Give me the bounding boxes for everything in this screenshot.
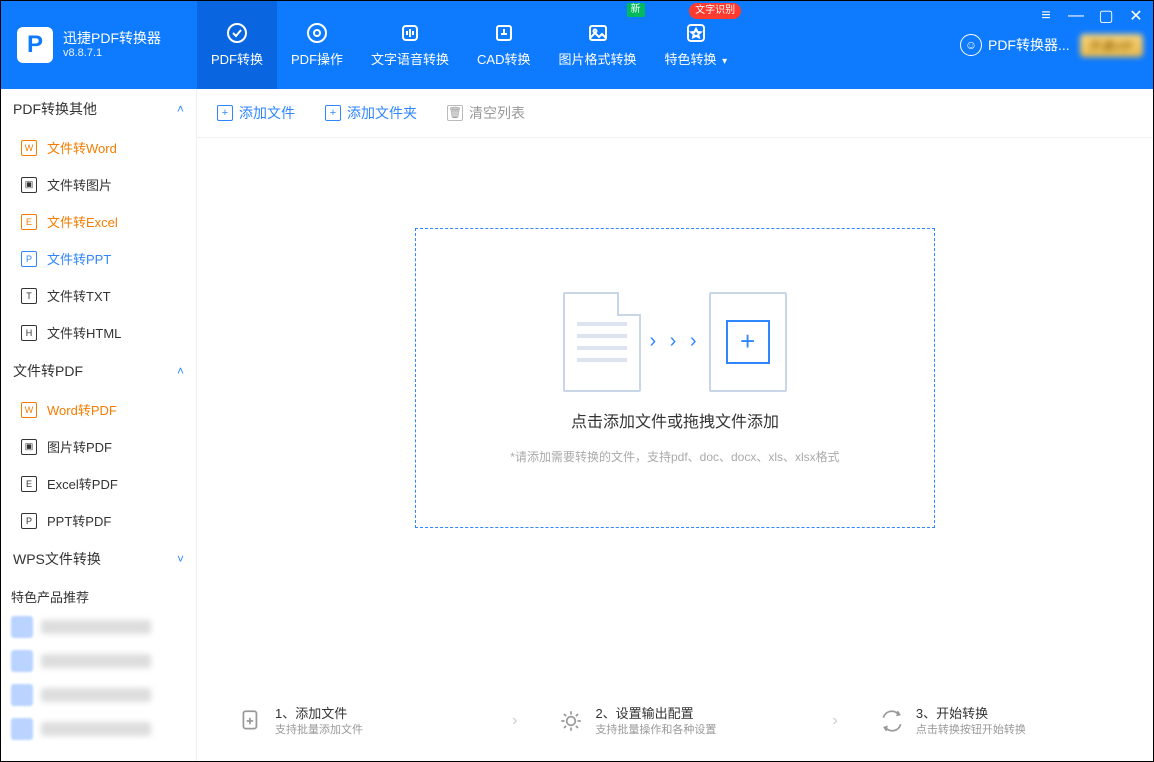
drop-title: 点击添加文件或拖拽文件添加	[571, 408, 779, 432]
add-target-icon: +	[709, 292, 787, 392]
step-icon	[878, 707, 906, 735]
chevron-down-icon: ˅	[177, 552, 184, 566]
document-icon	[563, 292, 641, 392]
trash-icon: 🗑	[447, 105, 463, 121]
user-label: PDF转换器...	[988, 35, 1070, 55]
chevron-up-icon: ˄	[177, 364, 184, 378]
sidebar-item[interactable]: ▣文件转图片	[1, 166, 196, 203]
file-type-icon: ▣	[21, 439, 37, 455]
sidebar-item[interactable]: ▣图片转PDF	[1, 428, 196, 465]
file-type-icon: P	[21, 251, 37, 267]
sidebar-item[interactable]: H文件转HTML	[1, 314, 196, 351]
sidebar-group-head[interactable]: WPS文件转换˅	[1, 539, 196, 579]
toolbar: + 添加文件 + 添加文件夹 🗑 清空列表	[197, 89, 1153, 138]
arrow-right-icon: › › ›	[649, 330, 700, 353]
tab-star[interactable]: 特色转换 ▾文字识别	[651, 1, 742, 89]
clear-list-button[interactable]: 🗑 清空列表	[447, 103, 525, 123]
badge-text-recognition: 文字识别	[689, 3, 741, 19]
image-icon	[586, 21, 610, 45]
promo-item[interactable]	[1, 610, 196, 644]
file-type-icon: W	[21, 140, 37, 156]
steps-bar: 1、添加文件支持批量添加文件 › 2、设置输出配置支持批量操作和各种设置 › 3、开始转…	[197, 686, 1153, 761]
promo-title: 特色产品推荐	[1, 579, 196, 610]
step-icon	[237, 707, 265, 735]
chevron-up-icon: ˄	[177, 102, 184, 116]
sidebar-group-head[interactable]: 文件转PDF˄	[1, 351, 196, 391]
add-folder-button[interactable]: + 添加文件夹	[325, 103, 417, 123]
sidebar-item[interactable]: WWord转PDF	[1, 391, 196, 428]
gear-icon	[305, 21, 329, 45]
promo-item[interactable]	[1, 644, 196, 678]
file-type-icon: T	[21, 288, 37, 304]
promo-thumb-icon	[11, 650, 33, 672]
promo-item[interactable]	[1, 712, 196, 746]
file-type-icon: H	[21, 325, 37, 341]
app-title: 迅捷PDF转换器	[63, 30, 161, 47]
tab-gear[interactable]: PDF操作	[277, 1, 357, 89]
app-version: v8.8.7.1	[63, 47, 161, 60]
sidebar-item[interactable]: P文件转PPT	[1, 240, 196, 277]
user-icon: ☺	[960, 34, 982, 56]
plus-folder-icon: +	[325, 105, 341, 121]
main-panel: + 添加文件 + 添加文件夹 🗑 清空列表 › › › +	[197, 89, 1153, 761]
tab-audio[interactable]: 文字语音转换	[357, 1, 463, 89]
drop-zone[interactable]: › › › + 点击添加文件或拖拽文件添加 *请添加需要转换的文件，支持pdf、…	[415, 228, 935, 528]
badge-new: 新	[627, 3, 645, 17]
menu-icon[interactable]: ≡	[1037, 7, 1055, 25]
cad-icon	[492, 21, 516, 45]
audio-icon	[398, 21, 422, 45]
star-icon	[684, 21, 708, 45]
file-type-icon: E	[21, 476, 37, 492]
app-logo-icon: P	[17, 27, 53, 63]
drop-illustration: › › › +	[563, 292, 786, 392]
sidebar-item[interactable]: EExcel转PDF	[1, 465, 196, 502]
file-type-icon: E	[21, 214, 37, 230]
drop-subtitle: *请添加需要转换的文件，支持pdf、doc、docx、xls、xlsx格式	[510, 448, 839, 465]
step: 2、设置输出配置支持批量操作和各种设置	[557, 706, 792, 737]
promo-item[interactable]	[1, 678, 196, 712]
sidebar-item[interactable]: T文件转TXT	[1, 277, 196, 314]
tab-convert[interactable]: PDF转换	[197, 1, 277, 89]
convert-icon	[225, 21, 249, 45]
sidebar-item[interactable]: W文件转Word	[1, 129, 196, 166]
add-file-button[interactable]: + 添加文件	[217, 103, 295, 123]
sidebar-group-head[interactable]: PDF转换其他˄	[1, 89, 196, 129]
promo-thumb-icon	[11, 684, 33, 706]
promo-thumb-icon	[11, 616, 33, 638]
file-type-icon: P	[21, 513, 37, 529]
close-button[interactable]: ✕	[1127, 7, 1145, 25]
sidebar: PDF转换其他˄W文件转Word▣文件转图片E文件转ExcelP文件转PPTT文…	[1, 89, 197, 761]
user-account[interactable]: ☺ PDF转换器...	[960, 34, 1070, 56]
minimize-button[interactable]: —	[1067, 7, 1085, 25]
vip-button[interactable]: 开通VIP	[1080, 34, 1143, 57]
file-type-icon: ▣	[21, 177, 37, 193]
file-type-icon: W	[21, 402, 37, 418]
sidebar-item[interactable]: PPPT转PDF	[1, 502, 196, 539]
step: 3、开始转换点击转换按钮开始转换	[878, 706, 1113, 737]
promo-thumb-icon	[11, 718, 33, 740]
plus-file-icon: +	[217, 105, 233, 121]
tab-cad[interactable]: CAD转换	[463, 1, 544, 89]
step-icon	[557, 707, 585, 735]
chevron-right-icon: ›	[833, 712, 838, 730]
app-header: P 迅捷PDF转换器 v8.8.7.1 PDF转换PDF操作文字语音转换CAD转…	[1, 1, 1153, 89]
step: 1、添加文件支持批量添加文件	[237, 706, 472, 737]
tab-image[interactable]: 图片格式转换新	[545, 1, 651, 89]
chevron-right-icon: ›	[512, 712, 517, 730]
maximize-button[interactable]: ▢	[1097, 7, 1115, 25]
brand: P 迅捷PDF转换器 v8.8.7.1	[1, 1, 197, 89]
sidebar-item[interactable]: E文件转Excel	[1, 203, 196, 240]
